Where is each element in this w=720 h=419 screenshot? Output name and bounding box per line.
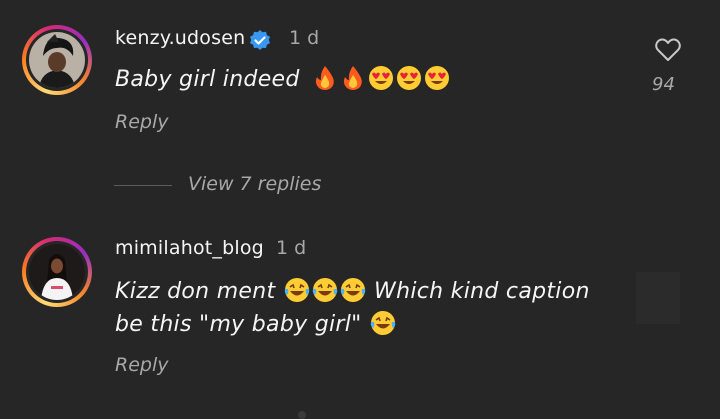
like-heart-icon[interactable] — [654, 36, 682, 64]
reply-button[interactable]: Reply — [115, 354, 168, 376]
laughing-tears-emoji-icon — [284, 278, 309, 302]
heart-eyes-emoji-icon — [368, 66, 393, 90]
fire-emoji-icon — [315, 66, 334, 90]
story-ring-avatar[interactable] — [22, 25, 92, 95]
comment-timestamp: 1 d — [289, 27, 320, 49]
heart-eyes-emoji-icon — [396, 66, 421, 90]
laughing-tears-emoji-icon — [370, 311, 396, 335]
view-replies-label: View 7 replies — [188, 173, 322, 195]
comment-item: mimilahot_blog 1 d Kizz don ment Which k… — [0, 222, 720, 412]
like-button-area[interactable] — [636, 272, 680, 324]
heart-eyes-emoji-icon — [424, 66, 449, 90]
divider-line — [114, 185, 172, 186]
reply-button[interactable]: Reply — [115, 111, 168, 133]
laughing-tears-emoji-icon — [340, 278, 365, 302]
story-ring-avatar[interactable] — [22, 237, 92, 307]
like-count: 94 — [652, 74, 675, 95]
comment-text-line-1: Kizz don ment Which kind caption — [115, 278, 590, 304]
avatar — [29, 244, 85, 300]
comment-username[interactable]: kenzy.udosen — [115, 27, 245, 49]
comment-timestamp: 1 d — [276, 237, 307, 259]
fire-emoji-icon — [343, 66, 362, 90]
comment-item: kenzy.udosen 1 d Baby girl indeed Reply … — [0, 0, 720, 195]
avatar — [29, 32, 85, 88]
verified-badge-icon — [250, 30, 270, 50]
laughing-tears-emoji-icon — [312, 278, 337, 302]
comment-text-line-2: be this "my baby girl" — [115, 309, 397, 341]
scroll-indicator — [298, 411, 306, 419]
comment-username[interactable]: mimilahot_blog — [115, 237, 264, 259]
comment-text: Baby girl indeed — [115, 64, 451, 96]
